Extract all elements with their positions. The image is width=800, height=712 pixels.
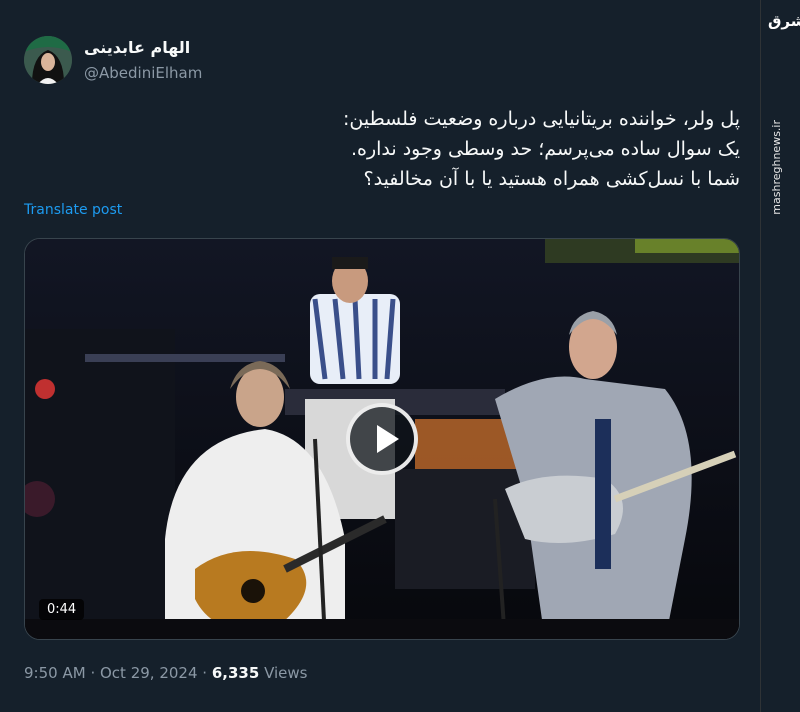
video-duration: 0:44 — [39, 599, 85, 620]
tweet-line: پل ولر، خواننده بریتانیایی درباره وضعیت … — [342, 108, 740, 130]
post-time[interactable]: 9:50 AM — [24, 664, 86, 682]
meta-separator: · — [202, 664, 208, 682]
translate-post-link[interactable]: Translate post — [24, 202, 122, 218]
video-player[interactable]: 0:44 — [24, 238, 740, 640]
views-count[interactable]: 6,335 — [212, 664, 259, 682]
mashregh-logo: مشرق — [768, 12, 800, 30]
views-label: Views — [264, 664, 308, 682]
author-name[interactable]: الهام عابدینی — [84, 38, 190, 57]
tweet-line: یک سوال ساده می‌پرسم؛ حد وسطی وجود نداره… — [350, 138, 740, 160]
tweet-text: پل ولر، خواننده بریتانیایی درباره وضعیت … — [24, 104, 740, 194]
avatar[interactable] — [24, 36, 72, 84]
watermark-site: mashreghnews.ir — [770, 120, 783, 215]
play-button[interactable] — [346, 403, 418, 475]
author-handle[interactable]: @AbediniElham — [84, 64, 202, 82]
tweet-card: الهام عابدینی @AbediniElham پل ولر، خوان… — [0, 0, 760, 712]
tweet-meta: 9:50 AM · Oct 29, 2024 · 6,335 Views — [24, 664, 308, 682]
post-date[interactable]: Oct 29, 2024 — [100, 664, 198, 682]
meta-separator: · — [90, 664, 96, 682]
tweet-line: شما با نسل‌کشی همراه هستید یا با آن مخال… — [363, 168, 740, 190]
watermark-strip: مشرق — [760, 0, 800, 712]
